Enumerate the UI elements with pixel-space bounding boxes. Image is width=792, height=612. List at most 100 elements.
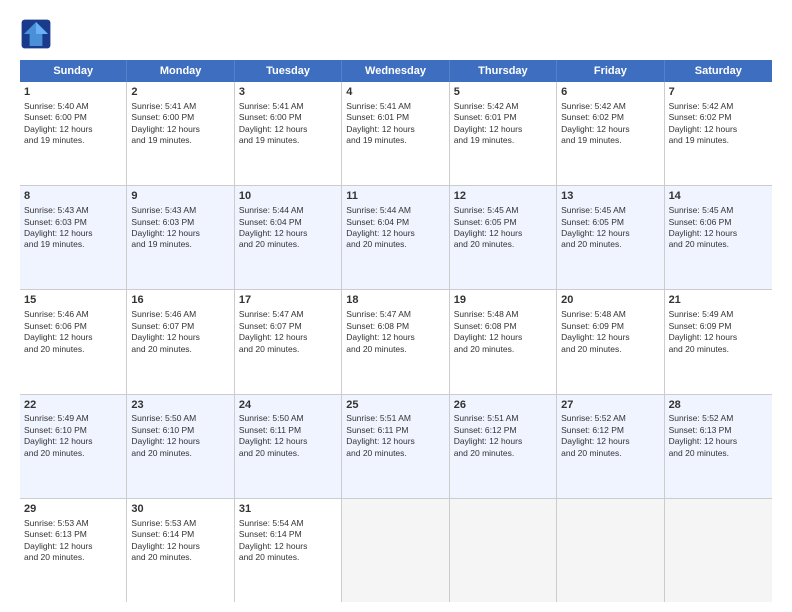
day-info-line: Sunset: 6:00 PM <box>239 112 337 123</box>
day-info-line: Daylight: 12 hours <box>24 228 122 239</box>
day-number: 15 <box>24 293 122 308</box>
calendar-day-8: 8Sunrise: 5:43 AMSunset: 6:03 PMDaylight… <box>20 186 127 289</box>
day-info-line: Sunset: 6:03 PM <box>131 217 229 228</box>
header <box>20 18 772 50</box>
day-info-line: Sunset: 6:08 PM <box>454 321 552 332</box>
day-info-line: Sunset: 6:05 PM <box>561 217 659 228</box>
day-info-line: Sunrise: 5:43 AM <box>24 205 122 216</box>
calendar-day-20: 20Sunrise: 5:48 AMSunset: 6:09 PMDayligh… <box>557 290 664 393</box>
day-number: 22 <box>24 398 122 413</box>
day-info-line: Sunset: 6:00 PM <box>131 112 229 123</box>
day-info-line: and 19 minutes. <box>131 135 229 146</box>
weekday-header-sunday: Sunday <box>20 60 127 82</box>
day-info-line: and 19 minutes. <box>346 135 444 146</box>
day-info-line: Daylight: 12 hours <box>346 228 444 239</box>
day-info-line: and 20 minutes. <box>131 448 229 459</box>
day-info-line: and 20 minutes. <box>669 448 768 459</box>
day-info-line: Sunrise: 5:42 AM <box>454 101 552 112</box>
day-info-line: and 20 minutes. <box>669 344 768 355</box>
calendar-row: 15Sunrise: 5:46 AMSunset: 6:06 PMDayligh… <box>20 290 772 394</box>
day-number: 18 <box>346 293 444 308</box>
day-number: 10 <box>239 189 337 204</box>
calendar-day-6: 6Sunrise: 5:42 AMSunset: 6:02 PMDaylight… <box>557 82 664 185</box>
day-number: 12 <box>454 189 552 204</box>
day-info-line: Sunrise: 5:47 AM <box>239 309 337 320</box>
day-info-line: Sunset: 6:09 PM <box>669 321 768 332</box>
day-info-line: Sunset: 6:07 PM <box>131 321 229 332</box>
calendar-day-22: 22Sunrise: 5:49 AMSunset: 6:10 PMDayligh… <box>20 395 127 498</box>
day-info-line: and 20 minutes. <box>454 239 552 250</box>
calendar-day-2: 2Sunrise: 5:41 AMSunset: 6:00 PMDaylight… <box>127 82 234 185</box>
day-info-line: and 20 minutes. <box>239 552 337 563</box>
day-info-line: Daylight: 12 hours <box>346 124 444 135</box>
day-number: 29 <box>24 502 122 517</box>
calendar-row: 8Sunrise: 5:43 AMSunset: 6:03 PMDaylight… <box>20 186 772 290</box>
day-info-line: Sunrise: 5:45 AM <box>454 205 552 216</box>
day-info-line: Daylight: 12 hours <box>454 332 552 343</box>
calendar-day-27: 27Sunrise: 5:52 AMSunset: 6:12 PMDayligh… <box>557 395 664 498</box>
day-info-line: Sunrise: 5:53 AM <box>24 518 122 529</box>
day-number: 3 <box>239 85 337 100</box>
day-info-line: and 20 minutes. <box>346 448 444 459</box>
day-info-line: Daylight: 12 hours <box>669 124 768 135</box>
day-info-line: and 20 minutes. <box>131 552 229 563</box>
day-number: 27 <box>561 398 659 413</box>
day-info-line: Daylight: 12 hours <box>561 332 659 343</box>
day-number: 31 <box>239 502 337 517</box>
day-info-line: Sunset: 6:13 PM <box>24 529 122 540</box>
day-info-line: Daylight: 12 hours <box>561 228 659 239</box>
day-number: 14 <box>669 189 768 204</box>
day-info-line: Sunrise: 5:50 AM <box>239 413 337 424</box>
day-number: 16 <box>131 293 229 308</box>
day-info-line: Sunset: 6:06 PM <box>669 217 768 228</box>
day-info-line: Sunset: 6:11 PM <box>239 425 337 436</box>
day-info-line: Sunrise: 5:41 AM <box>131 101 229 112</box>
day-info-line: Daylight: 12 hours <box>24 436 122 447</box>
day-info-line: Sunrise: 5:53 AM <box>131 518 229 529</box>
calendar-row: 29Sunrise: 5:53 AMSunset: 6:13 PMDayligh… <box>20 499 772 602</box>
day-info-line: and 20 minutes. <box>561 239 659 250</box>
calendar-day-16: 16Sunrise: 5:46 AMSunset: 6:07 PMDayligh… <box>127 290 234 393</box>
weekday-header-wednesday: Wednesday <box>342 60 449 82</box>
day-info-line: Sunset: 6:02 PM <box>669 112 768 123</box>
day-info-line: Daylight: 12 hours <box>454 436 552 447</box>
weekday-header-thursday: Thursday <box>450 60 557 82</box>
calendar-day-5: 5Sunrise: 5:42 AMSunset: 6:01 PMDaylight… <box>450 82 557 185</box>
day-info-line: Sunset: 6:02 PM <box>561 112 659 123</box>
day-number: 19 <box>454 293 552 308</box>
day-info-line: Daylight: 12 hours <box>24 541 122 552</box>
day-number: 30 <box>131 502 229 517</box>
page: SundayMondayTuesdayWednesdayThursdayFrid… <box>0 0 792 612</box>
day-info-line: Daylight: 12 hours <box>131 332 229 343</box>
calendar-day-29: 29Sunrise: 5:53 AMSunset: 6:13 PMDayligh… <box>20 499 127 602</box>
day-number: 7 <box>669 85 768 100</box>
day-number: 9 <box>131 189 229 204</box>
day-number: 21 <box>669 293 768 308</box>
day-info-line: Daylight: 12 hours <box>561 124 659 135</box>
calendar-day-24: 24Sunrise: 5:50 AMSunset: 6:11 PMDayligh… <box>235 395 342 498</box>
day-info-line: Sunrise: 5:44 AM <box>239 205 337 216</box>
day-info-line: Daylight: 12 hours <box>669 436 768 447</box>
calendar-day-30: 30Sunrise: 5:53 AMSunset: 6:14 PMDayligh… <box>127 499 234 602</box>
day-info-line: Daylight: 12 hours <box>239 541 337 552</box>
day-info-line: and 20 minutes. <box>239 344 337 355</box>
calendar-day-25: 25Sunrise: 5:51 AMSunset: 6:11 PMDayligh… <box>342 395 449 498</box>
day-info-line: Sunrise: 5:49 AM <box>24 413 122 424</box>
calendar: SundayMondayTuesdayWednesdayThursdayFrid… <box>20 60 772 602</box>
weekday-header-tuesday: Tuesday <box>235 60 342 82</box>
day-info-line: Sunrise: 5:48 AM <box>454 309 552 320</box>
day-info-line: Sunrise: 5:46 AM <box>131 309 229 320</box>
day-info-line: Daylight: 12 hours <box>239 332 337 343</box>
logo-icon <box>20 18 52 50</box>
day-info-line: Sunrise: 5:44 AM <box>346 205 444 216</box>
calendar-day-4: 4Sunrise: 5:41 AMSunset: 6:01 PMDaylight… <box>342 82 449 185</box>
day-info-line: Daylight: 12 hours <box>561 436 659 447</box>
calendar-empty-cell <box>557 499 664 602</box>
calendar-day-13: 13Sunrise: 5:45 AMSunset: 6:05 PMDayligh… <box>557 186 664 289</box>
day-info-line: and 19 minutes. <box>24 239 122 250</box>
calendar-day-10: 10Sunrise: 5:44 AMSunset: 6:04 PMDayligh… <box>235 186 342 289</box>
day-info-line: Daylight: 12 hours <box>454 124 552 135</box>
calendar-day-31: 31Sunrise: 5:54 AMSunset: 6:14 PMDayligh… <box>235 499 342 602</box>
day-info-line: Sunset: 6:09 PM <box>561 321 659 332</box>
day-info-line: Sunrise: 5:42 AM <box>561 101 659 112</box>
